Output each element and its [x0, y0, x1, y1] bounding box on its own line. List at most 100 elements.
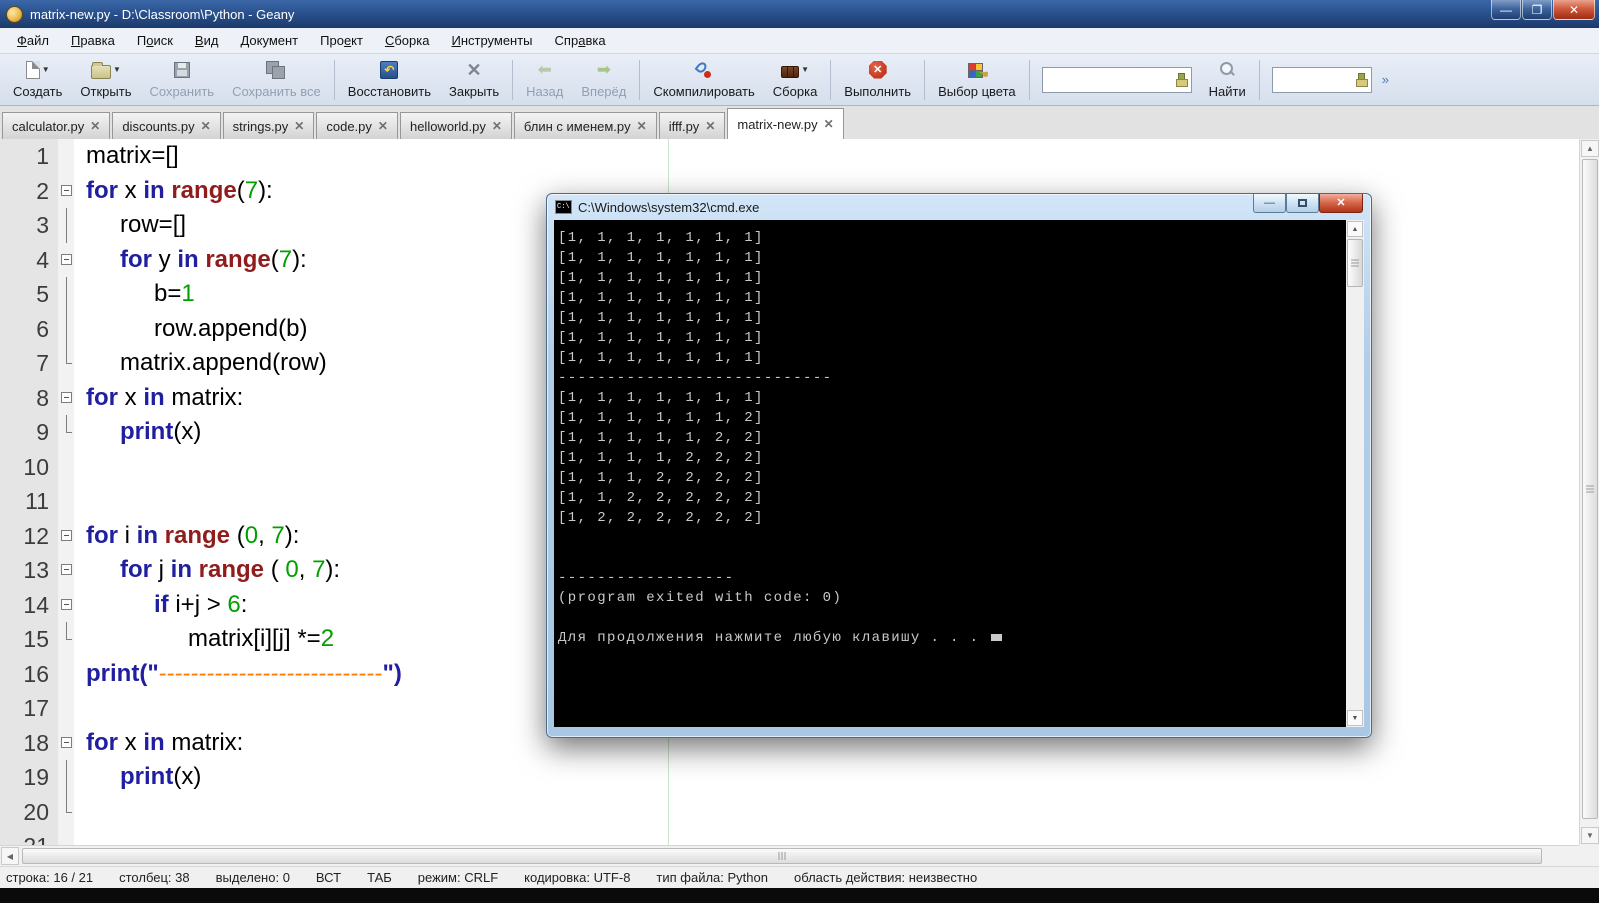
open-button[interactable]: ▼ Открыть [71, 56, 140, 104]
toolbar-overflow-chevron[interactable]: » [1382, 72, 1389, 87]
scroll-left-arrow[interactable]: ◀ [1, 847, 19, 865]
new-button[interactable]: ▼ Создать [4, 56, 71, 104]
menu-item[interactable]: Инструменты [442, 30, 541, 51]
cmd-title-bar[interactable]: C:\ C:\Windows\system32\cmd.exe — ✕ [547, 194, 1371, 220]
fold-margin[interactable] [58, 243, 74, 278]
console-line: ------------------ [558, 568, 1342, 588]
console-line: [1, 1, 1, 2, 2, 2, 2] [558, 468, 1342, 488]
tab-close-icon[interactable]: ✕ [824, 117, 834, 131]
fold-margin[interactable] [58, 588, 74, 623]
scroll-up-arrow[interactable]: ▲ [1581, 140, 1599, 157]
cmd-minimize-button[interactable]: — [1253, 194, 1286, 213]
cmd-close-button[interactable]: ✕ [1319, 194, 1363, 213]
status-item: строка: 16 / 21 [6, 870, 93, 885]
scrollbar-corner [1579, 845, 1599, 866]
toolbar-separator [512, 60, 513, 100]
tab-close-icon[interactable]: ✕ [492, 119, 502, 133]
clear-input-icon[interactable] [1355, 73, 1367, 87]
tab-label: code.py [326, 119, 372, 134]
editor-vertical-scrollbar[interactable]: ▲ ▼ [1579, 139, 1599, 845]
save-button[interactable]: Сохранить [140, 56, 223, 104]
chevron-down-icon[interactable]: ▼ [801, 65, 809, 74]
code-text: for x in matrix: [74, 381, 243, 416]
code-text: matrix[i][j] *=2 [74, 622, 334, 657]
tab-close-icon[interactable]: ✕ [378, 119, 388, 133]
cmd-console[interactable]: [1, 1, 1, 1, 1, 1, 1] [1, 1, 1, 1, 1, 1, … [554, 220, 1364, 727]
save-all-button[interactable]: Сохранить все [223, 56, 330, 104]
line-number: 19 [0, 760, 58, 795]
line-number: 13 [0, 553, 58, 588]
search-input[interactable] [1042, 67, 1192, 93]
menu-item[interactable]: Поиск [128, 30, 182, 51]
cmd-window[interactable]: C:\ C:\Windows\system32\cmd.exe — ✕ [1, … [546, 193, 1372, 738]
fold-margin[interactable] [58, 519, 74, 554]
console-line: [1, 1, 1, 1, 1, 1, 1] [558, 228, 1342, 248]
menu-item[interactable]: Вид [186, 30, 228, 51]
line-number: 17 [0, 691, 58, 726]
tab-close-icon[interactable]: ✕ [637, 119, 647, 133]
menu-item[interactable]: Проект [311, 30, 372, 51]
scroll-thumb[interactable] [22, 848, 1542, 864]
restore-button[interactable]: ❐ [1522, 0, 1552, 20]
code-text [74, 795, 86, 830]
menu-item[interactable]: Правка [62, 30, 124, 51]
fold-margin[interactable] [58, 381, 74, 416]
menu-item[interactable]: Сборка [376, 30, 439, 51]
tab-calculator.py[interactable]: calculator.py✕ [2, 112, 110, 139]
tab-helloworld.py[interactable]: helloworld.py✕ [400, 112, 512, 139]
scroll-thumb[interactable] [1347, 239, 1363, 287]
close-button[interactable]: ✕ [1553, 0, 1595, 20]
tab-close-icon[interactable]: ✕ [705, 119, 715, 133]
tab-блин с именем.py[interactable]: блин с именем.py✕ [514, 112, 657, 139]
toolbar-separator [1029, 60, 1030, 100]
revert-icon: ↶ [380, 61, 398, 79]
execute-button[interactable]: ✕ Выполнить [835, 56, 920, 104]
scroll-up-arrow[interactable]: ▲ [1347, 221, 1363, 237]
code-text: for j in range ( 0, 7): [74, 553, 340, 588]
console-line: ---------------------------- [558, 368, 1342, 388]
menu-item[interactable]: Документ [231, 30, 307, 51]
color-chooser-button[interactable]: ☚ Выбор цвета [929, 56, 1025, 104]
line-number: 6 [0, 312, 58, 347]
scroll-thumb[interactable] [1582, 159, 1598, 819]
cmd-maximize-button[interactable] [1286, 194, 1319, 213]
tab-close-icon[interactable]: ✕ [90, 119, 100, 133]
close-file-button[interactable]: ✕ Закрыть [440, 56, 508, 104]
fold-margin [58, 484, 74, 519]
console-line: [1, 1, 1, 1, 1, 1, 1] [558, 308, 1342, 328]
build-button[interactable]: ▼ Сборка [764, 56, 827, 104]
revert-button[interactable]: ↶ Восстановить [339, 56, 440, 104]
minimize-button[interactable]: — [1491, 0, 1521, 20]
find-button[interactable]: Найти [1200, 56, 1255, 104]
chevron-down-icon[interactable]: ▼ [42, 65, 50, 74]
clear-input-icon[interactable] [1175, 73, 1187, 87]
forward-button[interactable]: ➡ Вперёд [572, 56, 635, 104]
fold-margin[interactable] [58, 726, 74, 761]
code-text [74, 450, 86, 485]
tab-matrix-new.py[interactable]: matrix-new.py✕ [727, 108, 843, 139]
compile-button[interactable]: Скомпилировать [644, 56, 763, 104]
tab-code.py[interactable]: code.py ✕ [316, 112, 398, 139]
back-button[interactable]: ⬅ Назад [517, 56, 572, 104]
tab-discounts.py[interactable]: discounts.py✕ [112, 112, 220, 139]
goto-line-input[interactable] [1272, 67, 1372, 93]
code-text: for x in range(7): [74, 174, 273, 209]
fold-margin[interactable] [58, 174, 74, 209]
scroll-down-arrow[interactable]: ▼ [1581, 827, 1599, 844]
fold-margin [58, 691, 74, 726]
line-number: 18 [0, 726, 58, 761]
title-bar[interactable]: matrix-new.py - D:\Classroom\Python - Ge… [0, 0, 1599, 28]
menu-item[interactable]: Справка [546, 30, 615, 51]
line-number: 2 [0, 174, 58, 209]
tab-close-icon[interactable]: ✕ [201, 119, 211, 133]
code-text: for x in matrix: [74, 726, 243, 761]
tab-close-icon[interactable]: ✕ [294, 119, 304, 133]
menu-item[interactable]: Файл [8, 30, 58, 51]
tab-ifff.py[interactable]: ifff.py✕ [659, 112, 726, 139]
tab-strings.py[interactable]: strings.py✕ [223, 112, 315, 139]
cmd-vertical-scrollbar[interactable]: ▲ ▼ [1346, 220, 1364, 727]
editor-horizontal-scrollbar[interactable]: ◀ [0, 845, 1579, 866]
scroll-down-arrow[interactable]: ▼ [1347, 710, 1363, 726]
fold-margin[interactable] [58, 553, 74, 588]
chevron-down-icon[interactable]: ▼ [113, 65, 121, 74]
